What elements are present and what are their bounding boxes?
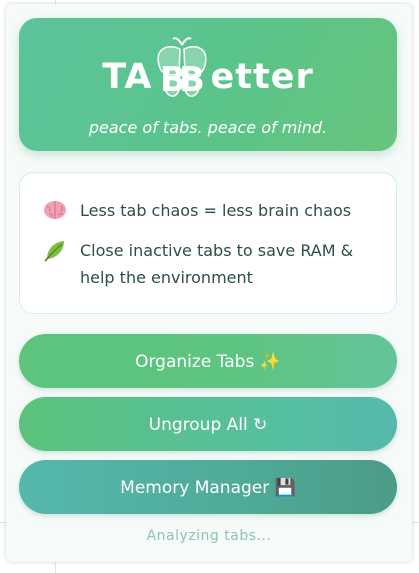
info-text: Close inactive tabs to save RAM & help t… xyxy=(80,241,354,287)
info-item-leaf: Close inactive tabs to save RAM & help t… xyxy=(42,237,380,291)
leaf-icon xyxy=(42,237,68,263)
info-item-brain: Less tab chaos = less brain chaos xyxy=(42,197,380,224)
memory-manager-button[interactable]: Memory Manager 💾 xyxy=(19,460,397,514)
info-text: Less tab chaos = less brain chaos xyxy=(80,201,352,220)
brain-icon xyxy=(42,197,68,223)
svg-text:B: B xyxy=(179,60,206,100)
tagline: peace of tabs. peace of mind. xyxy=(88,118,328,137)
brand-header: TA B B etter peace of tabs. peace of min… xyxy=(19,18,397,151)
logo: TA B B etter xyxy=(19,37,397,100)
status-text: Analyzing tabs... xyxy=(146,528,272,544)
ungroup-all-button[interactable]: Ungroup All ↻ xyxy=(19,397,397,451)
logo-text-right: etter xyxy=(210,57,314,97)
extension-popup: TA B B etter peace of tabs. peace of min… xyxy=(6,4,412,562)
butterfly-bb-icon: B B xyxy=(153,37,211,100)
logo-text-left: TA xyxy=(102,57,153,97)
info-card: Less tab chaos = less brain chaos Close … xyxy=(19,172,397,314)
organize-tabs-button[interactable]: Organize Tabs ✨ xyxy=(19,334,397,388)
